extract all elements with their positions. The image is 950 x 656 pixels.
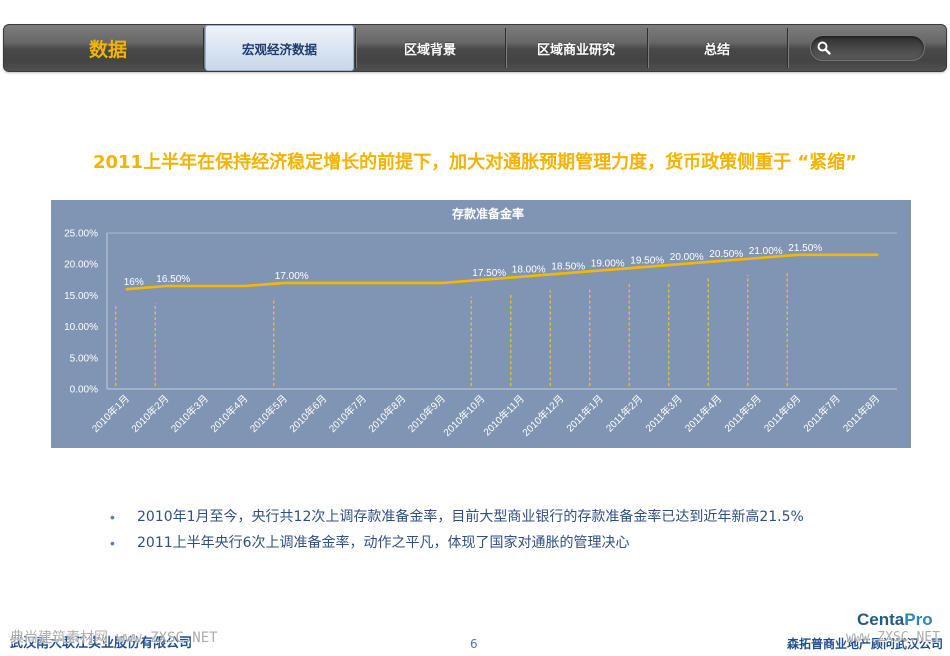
x-tick-label: 2011年1月 [563,392,605,434]
page-number: 6 [470,637,478,651]
search-area [788,25,946,71]
tab-regional-background[interactable]: 区域背景 [356,25,504,71]
data-label: 19.00% [591,258,625,269]
x-tick-label: 2010年1月 [89,392,132,435]
x-tick-label: 2011年3月 [642,392,684,434]
y-tick-label: 20.00% [64,260,98,271]
logo-part-pro: Pro [904,610,933,629]
y-tick-label: 0.00% [70,385,98,396]
tab-regional-commerce-research[interactable]: 区域商业研究 [506,25,646,71]
x-tick-label: 2011年6月 [761,392,803,434]
search-icon-glyph [817,41,831,55]
section-title: 数据 [88,38,127,61]
bullet-text: 2011上半年央行6次上调准备金率，动作之平凡，体现了国家对通胀的管理决心 [137,535,630,551]
tab-summary[interactable]: 总结 [648,25,786,71]
centapro-logo: CentaPro [857,609,933,631]
x-tick-label: 2010年8月 [365,392,408,435]
x-tick-label: 2011年4月 [682,392,724,434]
tab-label: 区域背景 [403,42,456,58]
chart-title: 存款准备金率 [451,206,524,221]
data-label: 21.50% [788,243,822,254]
data-label: 20.50% [709,249,743,260]
x-tick-label: 2010年3月 [168,392,211,435]
bullet-list: • 2010年1月至今，央行共12次上调存款准备金率，目前大型商业银行的存款准备… [0,505,950,557]
search-icon[interactable] [817,41,831,55]
y-tick-label: 5.00% [70,353,98,364]
bullet-text: 2010年1月至今，央行共12次上调存款准备金率，目前大型商业银行的存款准备金率… [137,509,804,525]
data-label: 16.50% [156,274,190,285]
watermark-right: www.ZXSC.NET [846,630,940,645]
data-label: 16% [124,277,144,288]
search-box[interactable] [809,35,925,61]
nav-separator [203,28,204,68]
list-item: • 2010年1月至今，央行共12次上调存款准备金率，目前大型商业银行的存款准备… [0,505,950,531]
x-tick-label: 2010年10月 [440,392,487,439]
tab-label: 宏观经济数据 [241,41,317,57]
watermark-left: 典尚建筑素材网 www.ZXSC.NET [10,630,218,646]
reserve-ratio-chart: 存款准备金率 0.00% 5.00% 10.00% 15.00% 20.00% 25.00%… [51,200,911,448]
chart-canvas: 存款准备金率 0.00% 5.00% 10.00% 15.00% 20.00% 25.00%… [64,206,897,439]
x-tick-label: 2010年6月 [286,392,329,435]
tab-macro-economic-data[interactable]: 宏观经济数据 [205,25,354,71]
data-label: 17.00% [275,271,309,282]
data-label: 18.50% [551,262,585,273]
logo-part-centa: Centa [857,610,905,629]
y-tick-label: 10.00% [64,322,98,333]
tab-label: 区域商业研究 [536,42,615,58]
data-label: 20.00% [670,252,704,263]
x-tick-label: 2011年5月 [721,392,763,434]
x-tick-label: 2010年4月 [207,392,250,435]
x-tick-label: 2011年7月 [800,392,842,434]
data-label: 17.50% [472,268,506,279]
y-tick-label: 25.00% [64,229,98,240]
x-tick-label: 2010年2月 [128,392,171,435]
search-input[interactable] [834,39,917,57]
x-tick-label: 2010年12月 [519,392,566,439]
x-tick-label: 2010年9月 [405,392,448,435]
list-item: • 2011上半年央行6次上调准备金率，动作之平凡，体现了国家对通胀的管理决心 [0,531,950,557]
bullet-icon: • [110,535,115,551]
bullet-icon: • [110,509,115,525]
x-tick-label: 2011年2月 [603,392,645,434]
x-tick-label: 2010年7月 [326,392,369,435]
data-label: 19.50% [630,255,664,266]
slide-headline: 2011上半年在保持经济稳定增长的前提下，加大对通胀预期管理力度，货币政策侧重于… [92,152,858,173]
top-nav-bar: 数据 宏观经济数据 区域背景 区域商业研究 总结 [3,24,947,72]
tab-label: 总结 [703,42,730,58]
data-label: 21.00% [749,246,783,257]
x-tick-label: 2010年5月 [247,392,290,435]
data-label: 18.00% [512,265,546,276]
x-tick-label: 2011年8月 [840,392,882,434]
y-tick-label: 15.00% [64,291,98,302]
